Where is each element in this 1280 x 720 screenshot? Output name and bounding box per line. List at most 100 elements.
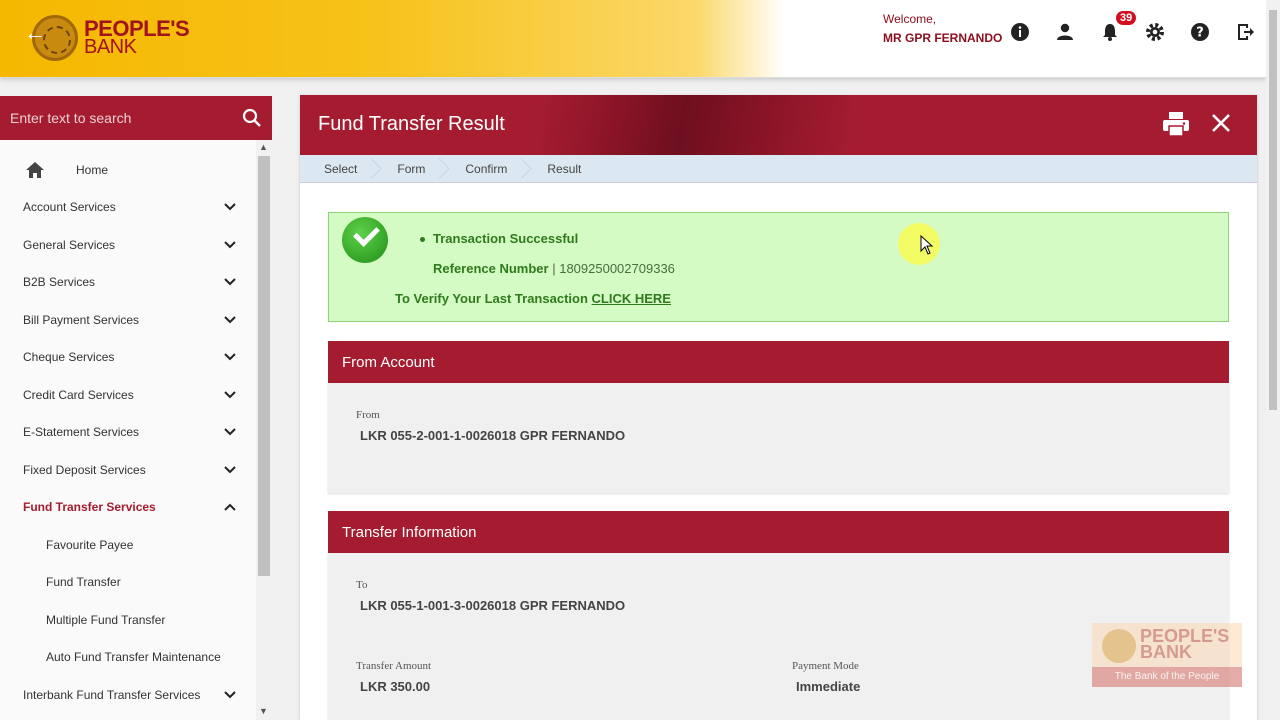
page-title: Fund Transfer Result [318, 113, 505, 135]
sidebar-scrollbar[interactable]: ▲ ▼ [256, 140, 272, 720]
chevron-down-icon [224, 688, 236, 702]
info-icon[interactable] [1008, 20, 1032, 44]
mouse-pointer-icon [920, 235, 934, 255]
sidebar-item-label: Fixed Deposit Services [23, 462, 146, 477]
search-bar [0, 96, 272, 140]
notification-badge[interactable]: 39 [1116, 11, 1137, 25]
transfer-information-header: Transfer Information [328, 511, 1229, 553]
welcome-text: Welcome, [883, 12, 937, 26]
sidebar-item-label: Favourite Payee [46, 537, 134, 552]
reference-line: Reference Number | 1809250002709336 [433, 261, 675, 276]
sidebar-item-label: Cheque Services [23, 349, 115, 364]
chevron-down-icon [224, 275, 236, 289]
to-label: To [356, 579, 368, 591]
svg-text:?: ? [1196, 26, 1204, 41]
to-value: LKR 055-1-001-3-0026018 GPR FERNANDO [360, 598, 626, 613]
from-account-header: From Account [328, 341, 1229, 383]
sidebar-item-label: Home [76, 162, 109, 177]
sidebar-item-label: Credit Card Services [23, 387, 134, 402]
help-icon[interactable]: ? [1188, 20, 1212, 44]
transfer-information-title: Transfer Information [342, 523, 477, 541]
chevron-down-icon [224, 350, 236, 364]
reference-number: 1809250002709336 [559, 261, 675, 276]
sidebar-item-account-services[interactable]: Account Services [0, 188, 256, 225]
sidebar-item-fixed-deposit-services[interactable]: Fixed Deposit Services [0, 451, 256, 488]
home-icon [25, 161, 45, 182]
transfer-amount-value: LKR 350.00 [360, 679, 431, 694]
sidebar-item-home[interactable]: Home [0, 151, 256, 188]
close-icon[interactable] [1210, 112, 1232, 139]
sidebar-item-label: Account Services [23, 199, 116, 214]
sidebar-item-fund-transfer[interactable]: Fund Transfer [0, 563, 256, 600]
payment-mode-value: Immediate [796, 679, 861, 694]
breadcrumb-select[interactable]: Select [304, 155, 377, 183]
from-account-title: From Account [342, 353, 435, 371]
sidebar-scroll-thumb[interactable] [258, 156, 270, 576]
chevron-down-icon [224, 388, 236, 402]
chevron-up-icon [224, 500, 236, 514]
reference-separator: | [548, 261, 560, 276]
sidebar-item-label: B2B Services [23, 274, 96, 289]
back-arrow-icon[interactable]: ← [24, 20, 46, 46]
reference-label: Reference Number [433, 261, 549, 276]
transaction-success-box: Transaction Successful Reference Number … [328, 212, 1229, 322]
transfer-amount-label: Transfer Amount [356, 660, 432, 672]
sidebar-item-label: Bill Payment Services [23, 312, 140, 327]
verify-text: To Verify Your Last Transaction [395, 291, 592, 306]
chevron-down-icon [224, 313, 236, 327]
sidebar-item-label: Fund Transfer [46, 574, 121, 589]
sidebar-nav: Home Account Services General Services B… [0, 140, 256, 720]
payment-mode-label: Payment Mode [792, 660, 859, 672]
bank-watermark: PEOPLE'S BANK The Bank of the People [1092, 623, 1242, 687]
welcome-block: Welcome, MR GPR FERNANDO [883, 12, 1002, 45]
watermark-seal-icon [1102, 629, 1136, 663]
scroll-down-icon[interactable]: ▼ [259, 706, 268, 716]
verify-line: To Verify Your Last Transaction CLICK HE… [395, 291, 671, 306]
from-account-body: From LKR 055-2-001-1-0026018 GPR FERNAND… [328, 383, 1229, 493]
sidebar-item-interbank-fund-transfer-services[interactable]: Interbank Fund Transfer Services [0, 676, 256, 713]
sidebar-item-label: Interbank Fund Transfer Services [23, 687, 201, 702]
panel-header: Fund Transfer Result [300, 95, 1257, 155]
sidebar-item-credit-card-services[interactable]: Credit Card Services [0, 376, 256, 413]
status-line: Transaction Successful [420, 231, 578, 246]
sidebar-item-fund-transfer-services[interactable]: Fund Transfer Services [0, 488, 256, 525]
sidebar-item-multiple-fund-transfer[interactable]: Multiple Fund Transfer [0, 601, 256, 638]
page-scrollbar[interactable] [1266, 0, 1280, 720]
watermark-line2: BANK [1140, 642, 1192, 662]
sidebar-item-auto-fund-transfer-maintenance[interactable]: Auto Fund Transfer Maintenance [0, 638, 256, 675]
search-icon[interactable] [242, 108, 262, 133]
scroll-up-icon[interactable]: ▲ [259, 142, 268, 152]
search-input[interactable] [10, 110, 230, 126]
from-label: From [356, 409, 380, 421]
sidebar-item-label: Fund Transfer Services [23, 499, 156, 514]
sidebar-item-label: Multiple Fund Transfer [46, 612, 166, 627]
sidebar-item-general-services[interactable]: General Services [0, 226, 256, 263]
chevron-down-icon [224, 238, 236, 252]
chevron-down-icon [224, 463, 236, 477]
from-value: LKR 055-2-001-1-0026018 GPR FERNANDO [360, 428, 626, 443]
sidebar-item-label: General Services [23, 237, 116, 252]
gear-icon[interactable] [1143, 20, 1167, 44]
sidebar-item-cheque-services[interactable]: Cheque Services [0, 338, 256, 375]
breadcrumb-confirm[interactable]: Confirm [445, 155, 527, 183]
sidebar-item-favourite-payee[interactable]: Favourite Payee [0, 526, 256, 563]
chevron-down-icon [224, 425, 236, 439]
sidebar-item-label: Auto Fund Transfer Maintenance [46, 649, 221, 664]
sidebar: Home Account Services General Services B… [0, 96, 272, 720]
bank-logo[interactable]: PEOPLE'S BANK [32, 15, 190, 61]
print-icon[interactable] [1162, 111, 1190, 142]
success-check-icon [342, 217, 388, 263]
sidebar-item-e-statement-services[interactable]: E-Statement Services [0, 413, 256, 450]
logout-icon[interactable] [1233, 20, 1257, 44]
breadcrumb-result: Result [547, 161, 582, 176]
verify-click-here-link[interactable]: CLICK HERE [592, 291, 671, 306]
user-icon[interactable] [1053, 20, 1077, 44]
sidebar-item-b2b-services[interactable]: B2B Services [0, 263, 256, 300]
sidebar-item-bill-payment-services[interactable]: Bill Payment Services [0, 301, 256, 338]
status-text: Transaction Successful [433, 231, 579, 246]
watermark-tagline: The Bank of the People [1092, 667, 1242, 687]
breadcrumb-form[interactable]: Form [377, 155, 445, 183]
sidebar-item-label: E-Statement Services [23, 424, 140, 439]
breadcrumb: Select Form Confirm Result [300, 155, 1257, 183]
top-header: PEOPLE'S BANK ← Welcome, MR GPR FERNANDO… [0, 0, 1266, 78]
